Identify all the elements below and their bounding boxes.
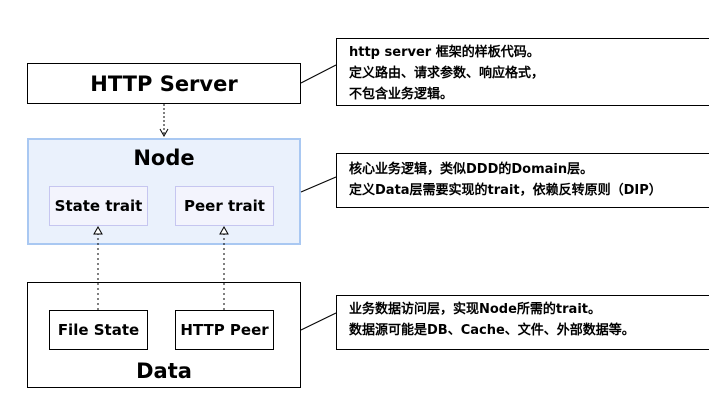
note-data-line-1: 业务数据访问层，实现Node所需的trait。: [349, 302, 602, 317]
note-data-line-2: 数据源可能是DB、Cache、文件、外部数据等。: [349, 323, 635, 338]
note-http-server-line-1: http server 框架的样板代码。: [349, 45, 540, 60]
note-http-server: http server 框架的样板代码。 定义路由、请求参数、响应格式， 不包含…: [336, 38, 709, 106]
note-http-server-line-3: 不包含业务逻辑。: [349, 87, 454, 102]
note-http-server-line-2: 定义路由、请求参数、响应格式，: [349, 66, 545, 81]
note-connector-data: [300, 312, 337, 331]
peertrait-triangle: [219, 225, 229, 235]
note-data: 业务数据访问层，实现Node所需的trait。 数据源可能是DB、Cache、文…: [336, 295, 709, 350]
note-node: 核心业务逻辑，类似DDD的Domain层。 定义Data层需要实现的trait，…: [336, 153, 709, 208]
note-node-line-1: 核心业务逻辑，类似DDD的Domain层。: [349, 162, 594, 177]
note-connector-server: [300, 64, 337, 84]
note-node-line-2: 定义Data层需要实现的trait，依赖反转原则（DIP）: [349, 183, 662, 198]
statetrait-triangle: [93, 225, 103, 235]
note-connector-node: [300, 176, 337, 193]
